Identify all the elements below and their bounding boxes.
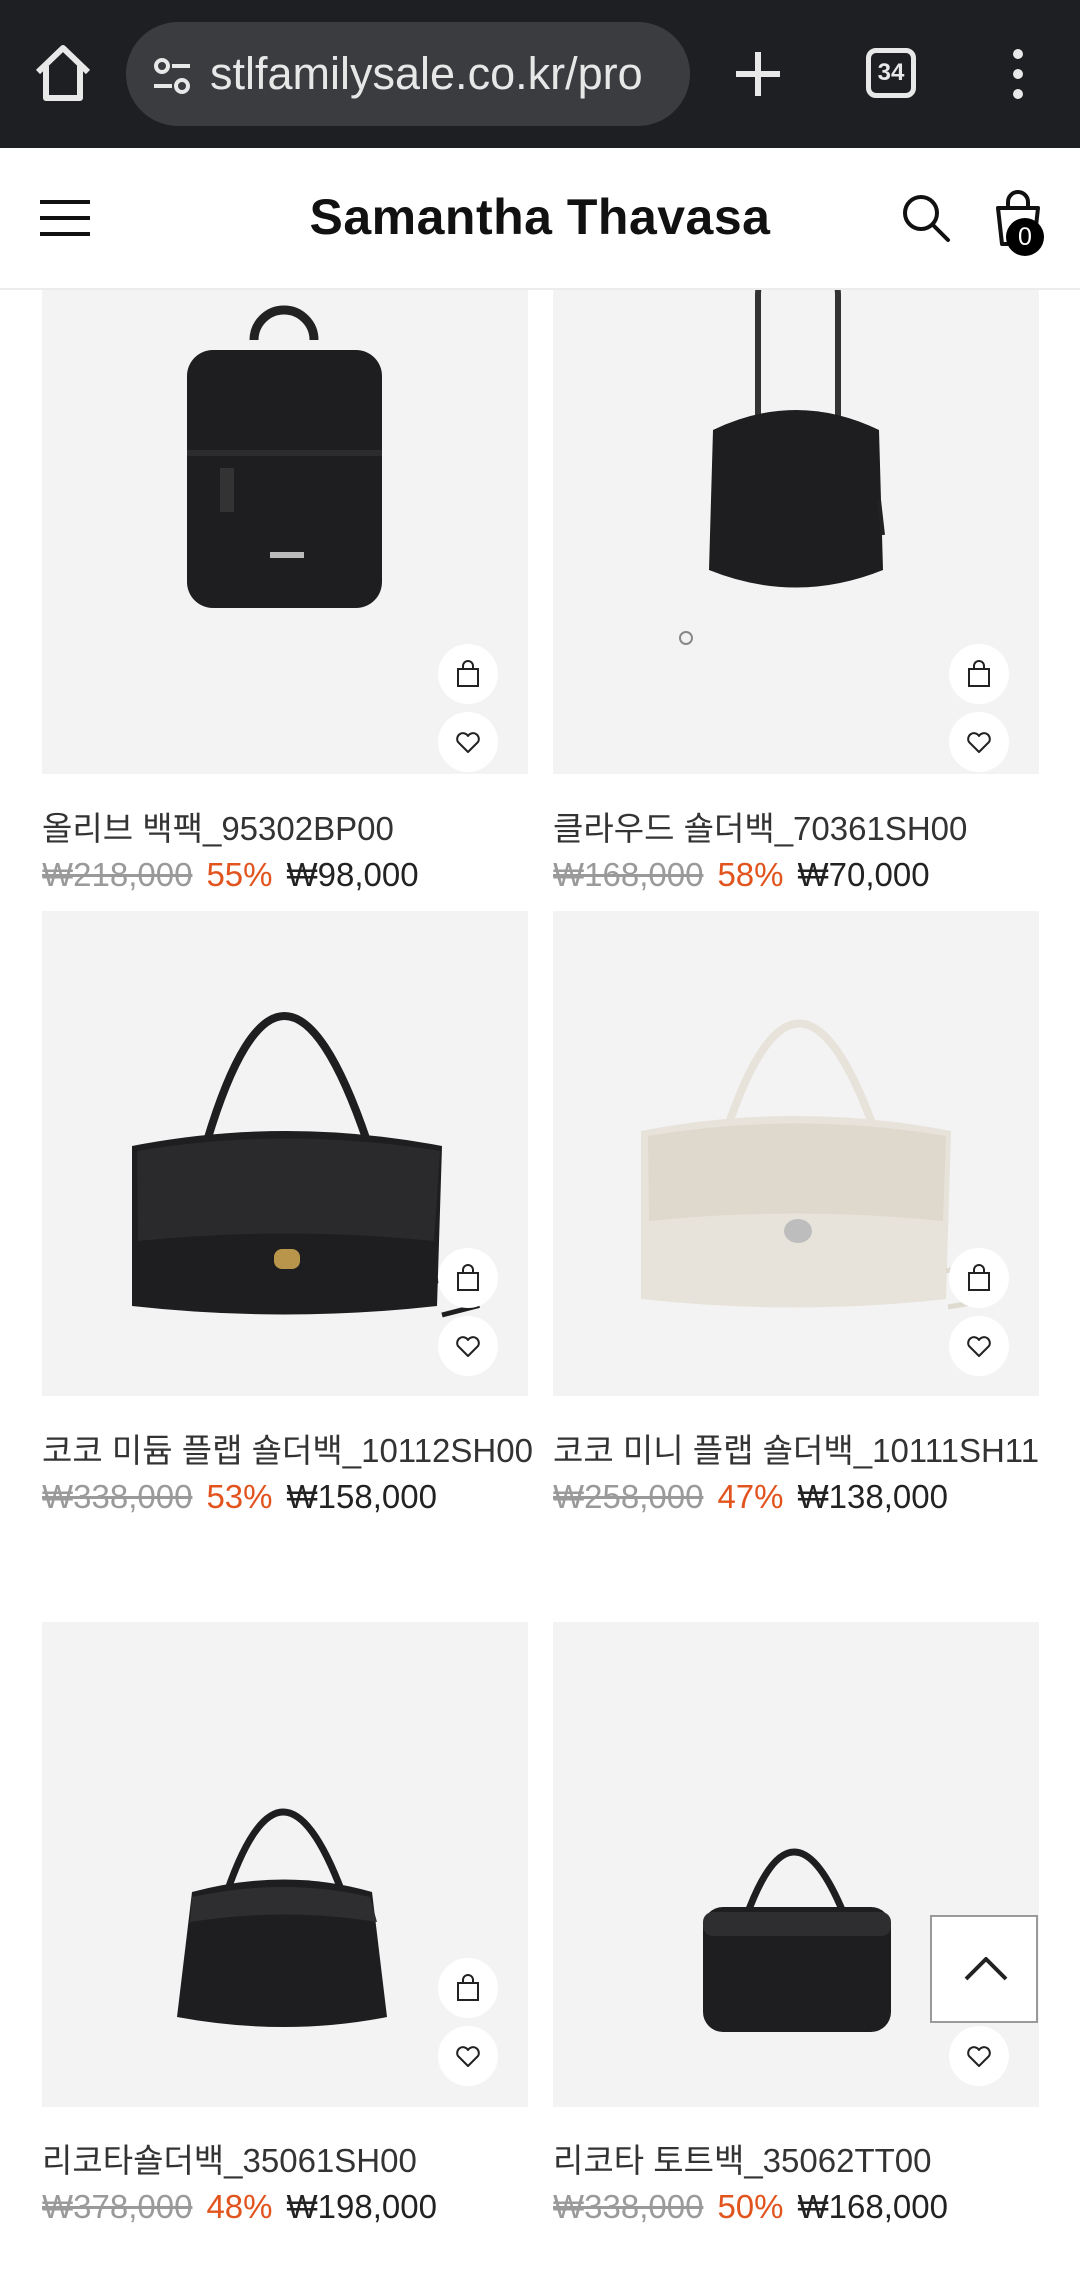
tab-switcher-icon[interactable]: 34	[866, 48, 916, 98]
original-price: ₩338,000	[553, 2188, 704, 2225]
product-image[interactable]	[42, 290, 528, 774]
wishlist-button[interactable]	[949, 1316, 1009, 1376]
product-name[interactable]: 올리브 백팩_95302BP00	[42, 802, 394, 850]
add-to-cart-button[interactable]	[438, 1248, 498, 1308]
wishlist-button[interactable]	[438, 2026, 498, 2086]
original-price: ₩218,000	[42, 856, 193, 893]
discount-rate: 48%	[206, 2188, 273, 2225]
original-price: ₩258,000	[553, 1478, 704, 1515]
home-icon[interactable]	[30, 40, 96, 106]
add-to-cart-button[interactable]	[949, 1248, 1009, 1308]
sale-price: ₩98,000	[286, 856, 419, 893]
wishlist-button[interactable]	[949, 2026, 1009, 2086]
wishlist-heart-icon	[967, 2046, 991, 2067]
original-price: ₩338,000	[42, 1478, 193, 1515]
sale-price: ₩138,000	[797, 1478, 948, 1515]
product-name[interactable]: 리코타숄더백_35061SH00	[42, 2134, 417, 2182]
add-to-cart-icon	[457, 1974, 479, 2001]
sale-price: ₩198,000	[286, 2188, 437, 2225]
wishlist-button[interactable]	[438, 712, 498, 772]
discount-rate: 58%	[717, 856, 784, 893]
product-image[interactable]	[553, 290, 1039, 774]
sale-price: ₩70,000	[797, 856, 930, 893]
product-price: ₩338,000 53% ₩158,000	[42, 1478, 437, 1516]
product-price: ₩338,000 50% ₩168,000	[553, 2188, 948, 2226]
new-tab-icon[interactable]	[728, 44, 788, 104]
sale-price: ₩158,000	[286, 1478, 437, 1515]
discount-rate: 47%	[717, 1478, 784, 1515]
add-to-cart-button[interactable]	[438, 1958, 498, 2018]
add-to-cart-icon	[457, 660, 479, 687]
scroll-to-top-icon	[964, 1957, 1008, 1981]
product-name[interactable]: 클라우드 숄더백_70361SH00	[553, 802, 967, 850]
more-menu-icon[interactable]	[998, 46, 1038, 102]
add-to-cart-icon	[457, 1264, 479, 1291]
add-to-cart-icon	[968, 1264, 990, 1291]
sale-price: ₩168,000	[797, 2188, 948, 2225]
product-grid: 올리브 백팩_95302BP00 ₩218,000 55% ₩98,000 클라우드…	[0, 290, 1080, 2284]
wishlist-heart-icon	[456, 2046, 480, 2067]
product-image[interactable]	[553, 911, 1039, 1396]
scroll-to-top-button[interactable]	[930, 1915, 1038, 2023]
wishlist-heart-icon	[967, 1336, 991, 1357]
wishlist-heart-icon	[456, 732, 480, 753]
add-to-cart-icon	[968, 660, 990, 687]
search-icon[interactable]	[900, 192, 952, 244]
add-to-cart-button[interactable]	[949, 644, 1009, 704]
url-text: stlfamilysale.co.kr/pro	[210, 48, 643, 99]
browser-toolbar: stlfamilysale.co.kr/pro 34	[0, 0, 1080, 148]
discount-rate: 53%	[206, 1478, 273, 1515]
product-price: ₩258,000 47% ₩138,000	[553, 1478, 948, 1516]
product-image[interactable]	[42, 911, 528, 1396]
site-header: Samantha Thavasa 0	[0, 148, 1080, 290]
product-price: ₩218,000 55% ₩98,000	[42, 856, 419, 894]
address-bar[interactable]: stlfamilysale.co.kr/pro	[126, 22, 690, 126]
wishlist-button[interactable]	[949, 712, 1009, 772]
product-price: ₩378,000 48% ₩198,000	[42, 2188, 437, 2226]
discount-rate: 55%	[206, 856, 273, 893]
add-to-cart-button[interactable]	[438, 644, 498, 704]
product-image[interactable]	[42, 1622, 528, 2107]
discount-rate: 50%	[717, 2188, 784, 2225]
wishlist-heart-icon	[967, 732, 991, 753]
product-name[interactable]: 코코 미니 플랩 숄더백_10111SH11	[553, 1424, 1039, 1472]
wishlist-button[interactable]	[438, 1316, 498, 1376]
original-price: ₩378,000	[42, 2188, 193, 2225]
product-price: ₩168,000 58% ₩70,000	[553, 856, 930, 894]
original-price: ₩168,000	[553, 856, 704, 893]
site-settings-icon[interactable]	[152, 56, 192, 96]
product-image[interactable]	[553, 1622, 1039, 2107]
product-name[interactable]: 코코 미듐 플랩 숄더백_10112SH00	[42, 1424, 533, 1472]
product-name[interactable]: 리코타 토트백_35062TT00	[553, 2134, 931, 2182]
cart-count-badge: 0	[1006, 218, 1044, 256]
wishlist-heart-icon	[456, 1336, 480, 1357]
